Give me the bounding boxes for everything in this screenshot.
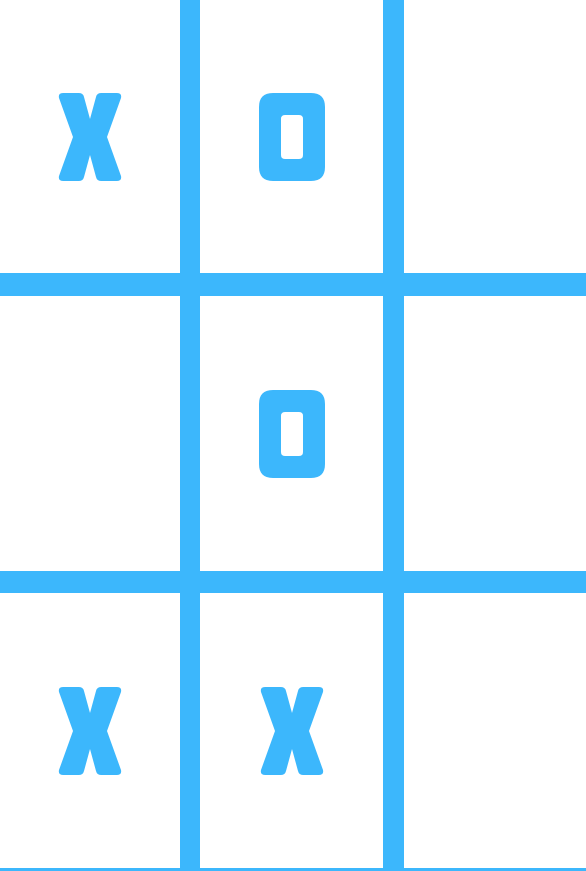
cell-r2-c1[interactable] [200, 593, 383, 868]
tic-tac-toe-board [0, 0, 586, 871]
x-mark-icon [259, 686, 325, 775]
grid-line-vertical-2 [383, 0, 404, 871]
cell-r0-c1[interactable] [200, 0, 383, 273]
cell-r1-c1[interactable] [200, 296, 383, 571]
cell-r0-c0[interactable] [0, 0, 180, 273]
cell-r2-c2[interactable] [404, 593, 586, 868]
cell-r0-c2[interactable] [404, 0, 586, 273]
x-mark-icon [57, 92, 123, 181]
cell-r1-c2[interactable] [404, 296, 586, 571]
cell-r1-c0[interactable] [0, 296, 180, 571]
o-mark-icon [258, 92, 325, 181]
grid-line-vertical-1 [180, 0, 200, 871]
cell-r2-c0[interactable] [0, 593, 180, 868]
o-mark-icon [258, 389, 325, 478]
grid-line-horizontal-1 [0, 273, 586, 296]
grid-line-horizontal-2 [0, 571, 586, 593]
x-mark-icon [57, 686, 123, 775]
